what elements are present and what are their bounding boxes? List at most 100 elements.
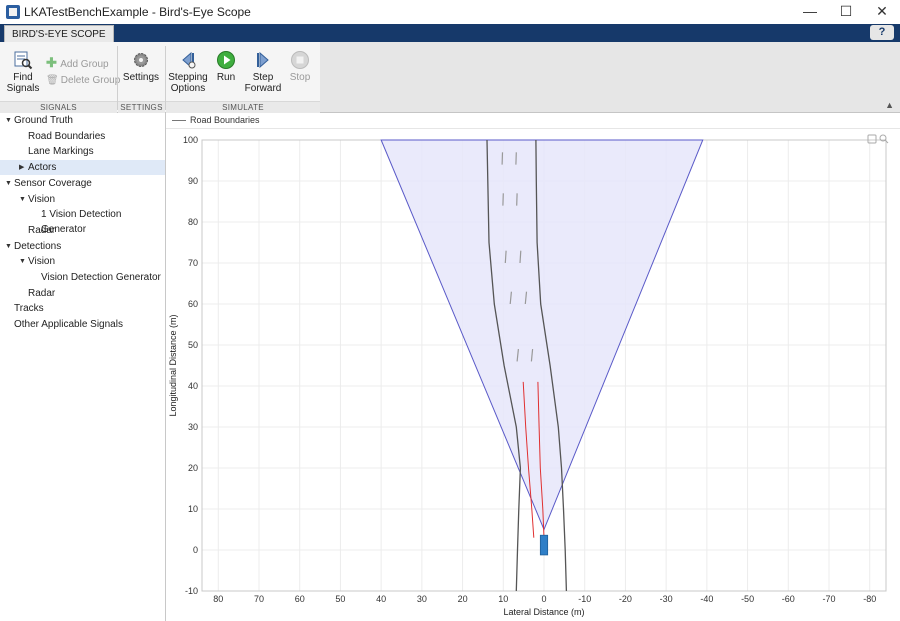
run-label: Run: [216, 72, 236, 83]
tree-item-vision[interactable]: ▼ Vision: [0, 192, 165, 207]
y-tick-label: 10: [188, 504, 198, 514]
stepping-options-label-2: Options: [170, 83, 206, 94]
tree-item-tracks[interactable]: Tracks: [0, 301, 165, 316]
axes-toolbar: [867, 134, 889, 144]
tree-item-vision-detection-generator[interactable]: Vision Detection Generator: [0, 270, 165, 285]
y-tick-label: 70: [188, 258, 198, 268]
step-forward-label-2: Forward: [244, 83, 282, 94]
play-icon: [217, 51, 235, 69]
app-icon: [6, 5, 20, 19]
tree-item-vision[interactable]: ▼ Vision: [0, 254, 165, 269]
collapse-toolstrip-icon[interactable]: ▲: [885, 100, 894, 110]
signal-tree-panel: ▼ Ground Truth Road Boundaries Lane Mark…: [0, 113, 166, 621]
y-axis-label: Longitudinal Distance (m): [168, 314, 178, 416]
maximize-button[interactable]: ☐: [828, 0, 864, 24]
y-tick-label: 40: [188, 381, 198, 391]
x-tick-label: 20: [458, 594, 468, 604]
x-tick-label: 0: [541, 594, 546, 604]
restore-view-icon[interactable]: [867, 134, 877, 144]
tree-item-detections[interactable]: ▼ Detections: [0, 239, 165, 254]
legend: Road Boundaries: [166, 113, 900, 129]
birds-eye-plot[interactable]: 80 70 60 50 40 30 20 10 0 -10 -20 -30 -40 -50 -60 -70 -8…: [166, 128, 900, 621]
delete-group-button[interactable]: 🗑 Delete Group: [46, 74, 120, 88]
x-axis-label: Lateral Distance (m): [503, 607, 584, 617]
tree-item-label: Lane Markings: [28, 146, 94, 158]
legend-label[interactable]: Road Boundaries: [190, 114, 260, 127]
tree-item-radar[interactable]: Radar: [0, 223, 165, 238]
tab-birds-eye-scope[interactable]: BIRD'S-EYE SCOPE: [4, 25, 114, 43]
tree-item-label: Radar: [28, 287, 56, 299]
window-title: LKATestBenchExample - Bird's-Eye Scope: [24, 5, 251, 19]
close-button[interactable]: ✕: [864, 0, 900, 24]
tree-item-radar[interactable]: Radar: [0, 286, 165, 301]
collapsed-arrow-icon[interactable]: ▶: [19, 160, 24, 175]
tree-item-vision-detection-generator[interactable]: 1 Vision Detection Generator: [0, 207, 165, 235]
add-icon: ✚: [46, 55, 57, 70]
section-label-signals: SIGNALS: [0, 101, 117, 113]
tree-item-road-boundaries[interactable]: Road Boundaries: [0, 129, 165, 144]
add-group-label: Add Group: [60, 59, 109, 70]
find-signals-label-1: Find: [13, 72, 33, 83]
tree-item-ground-truth[interactable]: ▼ Ground Truth: [0, 113, 165, 128]
tree-item-label: Detections: [14, 240, 62, 252]
x-tick-label: -70: [822, 594, 835, 604]
y-tick-label: -10: [185, 586, 198, 596]
expand-arrow-icon[interactable]: ▼: [5, 113, 12, 128]
step-forward-label-1: Step: [252, 72, 274, 83]
legend-line-swatch: [172, 120, 186, 121]
x-tick-label: -60: [782, 594, 795, 604]
x-tick-label: -50: [741, 594, 754, 604]
y-tick-label: 80: [188, 217, 198, 227]
x-tick-label: 80: [213, 594, 223, 604]
expand-arrow-icon[interactable]: ▼: [5, 239, 12, 254]
tree-item-label: Actors: [28, 162, 57, 174]
stop-button[interactable]: Stop: [286, 50, 314, 83]
y-tick-label: 20: [188, 463, 198, 473]
stepping-options-label-1: Stepping: [168, 72, 208, 83]
expand-arrow-icon[interactable]: ▼: [5, 176, 12, 191]
trash-icon: 🗑: [46, 75, 59, 86]
section-label-settings: SETTINGS: [118, 101, 165, 113]
add-group-button[interactable]: ✚ Add Group: [46, 56, 109, 72]
minimize-button[interactable]: —: [792, 0, 828, 24]
run-button[interactable]: Run: [212, 50, 240, 83]
step-forward-button[interactable]: Step Forward: [244, 50, 282, 94]
lane-marking-segment: [519, 250, 522, 264]
y-tick-label: 90: [188, 176, 198, 186]
expand-arrow-icon[interactable]: ▼: [19, 192, 26, 207]
section-label-simulate: SIMULATE: [166, 101, 320, 113]
lane-marking-segment: [504, 250, 507, 264]
help-button[interactable]: ?: [870, 25, 894, 40]
ego-vehicle: [539, 534, 549, 556]
stop-icon: [291, 51, 309, 69]
coverage-area: [380, 139, 704, 531]
tree-item-label: Sensor Coverage: [14, 177, 92, 189]
expand-arrow-icon[interactable]: ▼: [19, 254, 26, 269]
tree-item-sensor-coverage[interactable]: ▼ Sensor Coverage: [0, 176, 165, 191]
tree-item-label: Radar: [28, 224, 56, 236]
tree-item-label: Other Applicable Signals: [14, 319, 123, 331]
y-tick-label: 0: [193, 545, 198, 555]
find-signals-icon: [14, 51, 33, 70]
x-tick-label: 50: [335, 594, 345, 604]
x-tick-label: 30: [417, 594, 427, 604]
tree-item-lane-markings[interactable]: Lane Markings: [0, 144, 165, 159]
ribbon-tab-bar: BIRD'S-EYE SCOPE ?: [0, 24, 900, 43]
x-tick-label: 40: [376, 594, 386, 604]
stop-label: Stop: [289, 72, 311, 83]
y-tick-label: 50: [188, 340, 198, 350]
tree-item-actors[interactable]: ▶ Actors: [0, 160, 165, 176]
stepping-options-button[interactable]: Stepping Options: [168, 50, 208, 94]
x-tick-label: 10: [498, 594, 508, 604]
ego-vehicle-marker: [539, 534, 549, 556]
y-tick-label: 30: [188, 422, 198, 432]
settings-button[interactable]: Settings: [121, 50, 161, 83]
step-forward-icon: [257, 51, 269, 69]
tree-item-other-applicable-signals[interactable]: Other Applicable Signals: [0, 317, 165, 332]
x-tick-label: -30: [660, 594, 673, 604]
plot-pane: Road Boundaries 80 70 60 50 40 30 20 10 0 -10 -20-…: [166, 113, 900, 621]
find-signals-button[interactable]: Find Signals: [6, 50, 40, 94]
x-tick-label: 60: [295, 594, 305, 604]
x-tick-label: -80: [863, 594, 876, 604]
tree-item-label: Road Boundaries: [28, 130, 106, 142]
